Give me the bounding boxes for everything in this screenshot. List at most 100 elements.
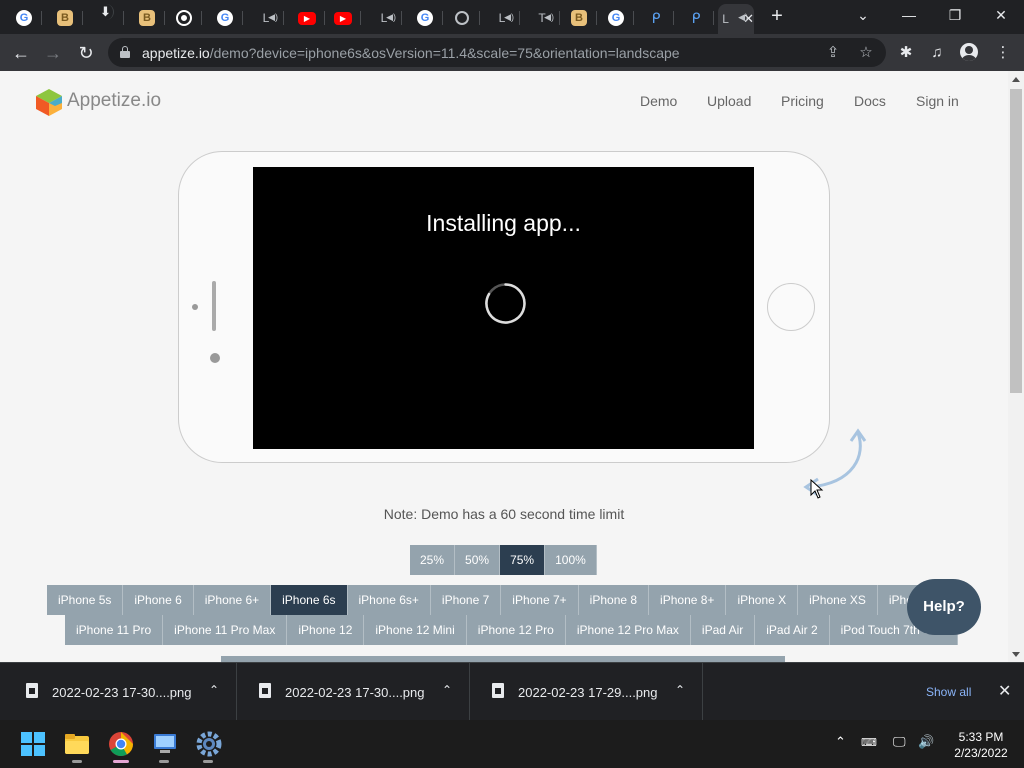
device-button-iphone-5s[interactable]: iPhone 5s	[47, 585, 124, 615]
scale-100-button[interactable]: 100%	[545, 545, 597, 575]
keyboard-icon[interactable]: ⌨	[861, 736, 877, 749]
audio-playing-icon[interactable]: ◀)	[738, 12, 748, 23]
bookmark-star-icon[interactable]: ☆	[856, 43, 876, 63]
reload-button[interactable]: ↻	[73, 40, 99, 66]
google-icon: G	[217, 10, 233, 26]
browser-tab[interactable]: B	[129, 4, 165, 32]
brand-name[interactable]: Appetize.io	[67, 90, 161, 112]
device-button-iphone-6[interactable]: iPhone 6	[123, 585, 194, 615]
browser-tab[interactable]: G	[598, 4, 634, 32]
device-button-iphone-11-pro[interactable]: iPhone 11 Pro	[65, 615, 164, 645]
browser-tab[interactable]: L ◀)	[484, 4, 520, 32]
browser-tab[interactable]	[166, 4, 202, 32]
show-all-downloads-link[interactable]: Show all	[926, 685, 971, 699]
nav-upload-link[interactable]: Upload	[707, 93, 751, 109]
device-screen[interactable]: Installing app...	[253, 167, 754, 449]
scroll-up-arrow-icon[interactable]	[1012, 77, 1020, 82]
browser-tab[interactable]: L ◀) ✕	[718, 4, 754, 34]
extensions-icon[interactable]: ✱	[895, 42, 917, 64]
browser-tab[interactable]: B	[561, 4, 597, 32]
tab-search-chevron-icon[interactable]: ⌄	[840, 0, 886, 30]
device-button-iphone-7[interactable]: iPhone 7	[430, 585, 502, 615]
browser-tab[interactable]: L ◀)	[248, 4, 284, 32]
device-button-iphone-6s[interactable]: iPhone 6s	[271, 585, 348, 615]
url-text[interactable]: appetize.io/demo?device=iphone6s&osVersi…	[142, 45, 680, 61]
windows-start-icon[interactable]	[19, 730, 47, 758]
download-item[interactable]: 2022-02-23 17-29....png ⌃	[470, 663, 703, 721]
scale-75-button[interactable]: 75%	[500, 545, 546, 575]
profile-avatar-icon[interactable]	[960, 43, 978, 61]
browser-tab[interactable]: L ◀)	[366, 4, 402, 32]
audio-playing-icon[interactable]: ◀)	[386, 12, 396, 23]
device-button-iphone-7-[interactable]: iPhone 7+	[501, 585, 579, 615]
settings-gear-icon[interactable]	[195, 730, 223, 758]
address-bar[interactable]: appetize.io/demo?device=iphone6s&osVersi…	[108, 38, 886, 67]
network-icon[interactable]: 🖵	[893, 734, 906, 750]
nav-sign-in-link[interactable]: Sign in	[916, 93, 959, 109]
browser-tab[interactable]: G	[6, 4, 42, 32]
nav-docs-link[interactable]: Docs	[854, 93, 886, 109]
device-button-iphone-x[interactable]: iPhone X	[726, 585, 799, 615]
close-icon[interactable]: ✕	[998, 681, 1011, 701]
device-button-iphone-6s-[interactable]: iPhone 6s+	[347, 585, 431, 615]
device-button-ipad-air[interactable]: iPad Air	[690, 615, 756, 645]
device-button-iphone-12[interactable]: iPhone 12	[287, 615, 365, 645]
browser-tab[interactable]: ᑭ	[678, 4, 714, 32]
browser-tab[interactable]: G	[207, 4, 243, 32]
scale-25-button[interactable]: 25%	[410, 545, 456, 575]
browser-tab[interactable]: ᑭ	[638, 4, 674, 32]
audio-playing-icon[interactable]: ◀)	[504, 12, 514, 23]
scroll-down-arrow-icon[interactable]	[1012, 652, 1020, 657]
new-tab-button[interactable]: +	[766, 6, 788, 28]
device-home-button[interactable]	[767, 283, 815, 331]
remote-desktop-icon[interactable]	[151, 730, 179, 758]
page-scrollbar[interactable]	[1008, 71, 1024, 662]
browser-menu-icon[interactable]: ⋮	[992, 42, 1014, 64]
device-button-ipad-air-2[interactable]: iPad Air 2	[755, 615, 830, 645]
nav-demo-link[interactable]: Demo	[640, 93, 677, 109]
chrome-icon[interactable]	[107, 730, 135, 758]
help-button[interactable]: Help?	[907, 579, 981, 635]
nav-pricing-link[interactable]: Pricing	[781, 93, 824, 109]
device-button-iphone-12-mini[interactable]: iPhone 12 Mini	[364, 615, 467, 645]
forward-button[interactable]: →	[40, 40, 66, 66]
share-icon[interactable]: ⇪	[823, 43, 843, 63]
volume-icon[interactable]: 🔊	[918, 734, 934, 750]
browser-tab[interactable]: G	[407, 4, 443, 32]
device-button-iphone-12-pro[interactable]: iPhone 12 Pro	[466, 615, 566, 645]
rotate-device-icon[interactable]	[796, 425, 876, 505]
media-controls-icon[interactable]: ♫	[926, 42, 948, 64]
back-button[interactable]: ←	[8, 40, 34, 66]
chevron-up-icon[interactable]: ⌃	[442, 683, 452, 697]
minimize-button[interactable]: —	[886, 0, 932, 30]
chevron-up-icon[interactable]: ⌃	[675, 683, 685, 697]
device-button-iphone-12-pro-max[interactable]: iPhone 12 Pro Max	[565, 615, 691, 645]
audio-playing-icon[interactable]: ◀)	[544, 12, 554, 23]
browser-tab[interactable]: ▶	[325, 4, 361, 32]
browser-tab[interactable]: T ◀)	[524, 4, 560, 32]
image-file-icon	[26, 683, 38, 698]
device-button-iphone-6-[interactable]: iPhone 6+	[193, 585, 272, 615]
audio-playing-icon[interactable]: ◀)	[268, 12, 278, 23]
browser-tab[interactable]: ⬇	[88, 4, 124, 32]
download-item[interactable]: 2022-02-23 17-30....png ⌃	[237, 663, 470, 721]
chevron-up-icon[interactable]: ⌃	[209, 683, 219, 697]
lock-icon[interactable]	[120, 46, 130, 58]
download-item[interactable]: 2022-02-23 17-30....png ⌃	[4, 663, 237, 721]
close-window-button[interactable]: ✕	[978, 0, 1024, 30]
device-button-iphone-11-pro-max[interactable]: iPhone 11 Pro Max	[163, 615, 288, 645]
device-button-iphone-xs[interactable]: iPhone XS	[798, 585, 878, 615]
browser-tab[interactable]: ▶	[289, 4, 325, 32]
device-button-iphone-8-[interactable]: iPhone 8+	[649, 585, 727, 615]
restore-button[interactable]: ❐	[932, 0, 978, 30]
browser-tab[interactable]: B	[47, 4, 83, 32]
windows-taskbar: ⌃ ⌨ 🖵 🔊 5:33 PM 2/23/2022	[0, 720, 1024, 768]
appetize-logo-icon[interactable]	[34, 87, 64, 117]
scale-50-button[interactable]: 50%	[455, 545, 501, 575]
system-clock[interactable]: 5:33 PM 2/23/2022	[946, 729, 1016, 761]
scrollbar-thumb[interactable]	[1010, 89, 1022, 393]
device-button-iphone-8[interactable]: iPhone 8	[578, 585, 650, 615]
show-hidden-icons-chevron-icon[interactable]: ⌃	[835, 734, 846, 750]
browser-tab[interactable]	[444, 4, 480, 32]
file-explorer-icon[interactable]	[63, 730, 91, 758]
